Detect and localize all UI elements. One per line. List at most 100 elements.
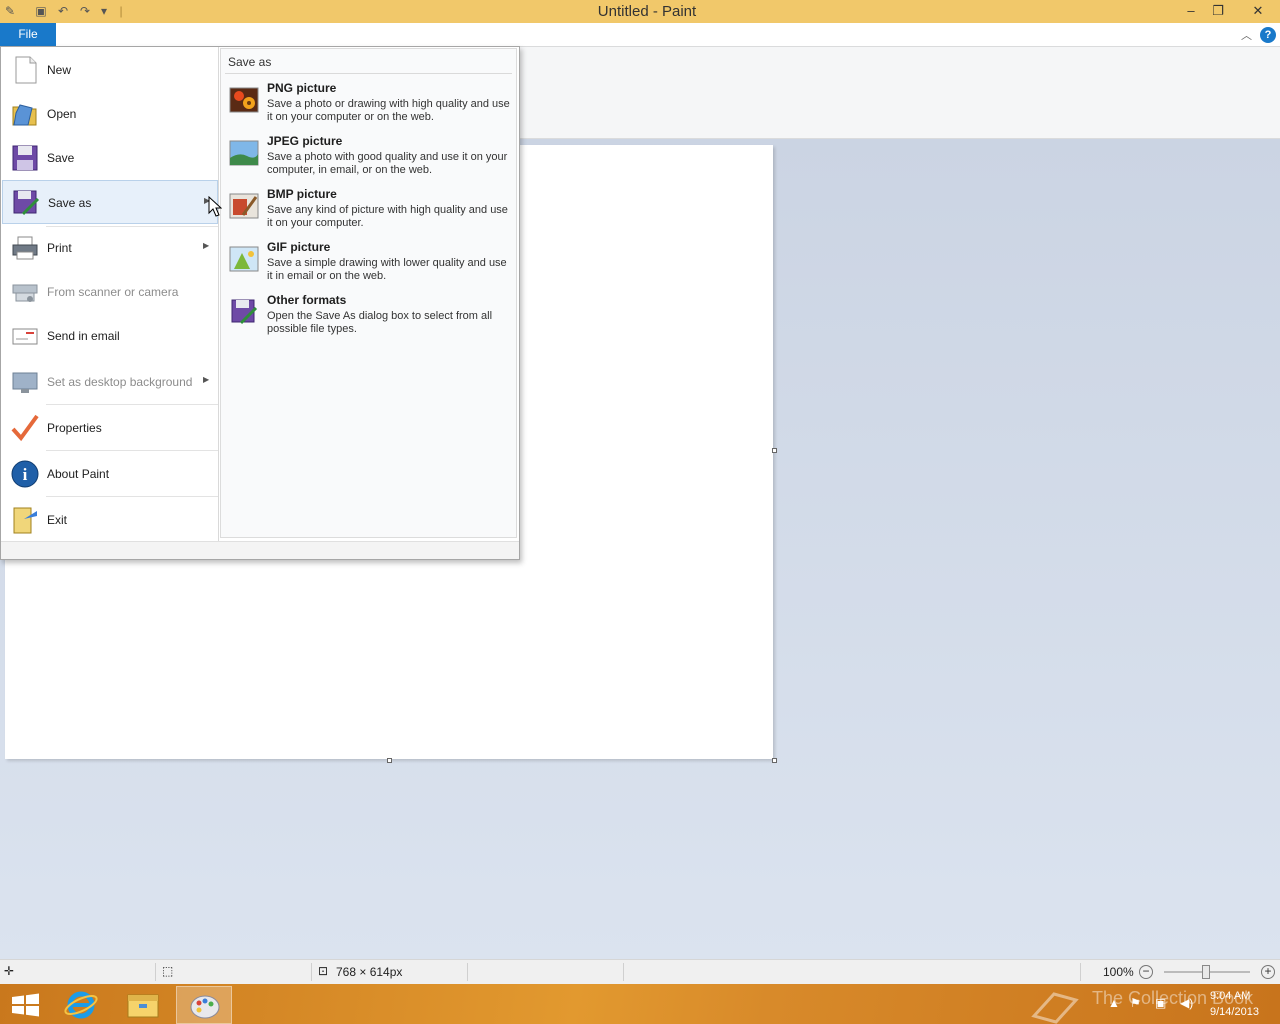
save-as-jpeg[interactable]: JPEG picture Save a photo with good qual… <box>225 134 512 186</box>
menu-item-print[interactable]: Print ▶ <box>2 226 218 270</box>
save-as-png[interactable]: PNG picture Save a photo or drawing with… <box>225 81 512 133</box>
save-as-option-description: Save any kind of picture with high quali… <box>267 204 508 229</box>
scanner-icon <box>12 284 38 302</box>
menu-item-label: Send in email <box>47 329 120 343</box>
menu-divider <box>46 404 218 405</box>
zoom-slider-thumb[interactable] <box>1202 965 1210 979</box>
paint-palette-icon <box>190 995 220 1019</box>
gif-picture-icon <box>229 246 259 272</box>
menu-item-label: Open <box>47 107 77 121</box>
menu-item-about-paint[interactable]: i About Paint <box>2 452 218 496</box>
save-as-option-description: Save a photo with good quality and use i… <box>267 151 508 176</box>
menu-item-exit[interactable]: Exit <box>2 498 218 542</box>
volume-icon[interactable]: ◀) <box>1180 996 1193 1010</box>
taskbar-paint[interactable] <box>176 986 232 1024</box>
info-icon: i <box>11 460 39 488</box>
ribbon-tab-row: File ︿ ? <box>0 23 1280 47</box>
save-as-bmp[interactable]: BMP picture Save any kind of picture wit… <box>225 187 512 239</box>
close-button[interactable]: ✕ <box>1236 0 1280 22</box>
action-center-flag-icon[interactable]: ⚑ <box>1130 996 1141 1010</box>
network-icon[interactable]: ▣ <box>1155 996 1166 1010</box>
resize-handle-right[interactable] <box>772 448 777 453</box>
menu-item-label: Print <box>47 241 72 255</box>
menu-item-label: Save as <box>48 196 92 210</box>
png-picture-icon <box>229 87 259 113</box>
resize-handle-bottom[interactable] <box>387 758 392 763</box>
mouse-pointer-icon <box>208 196 222 217</box>
save-as-option-title: Other formats <box>267 293 347 307</box>
svg-text:i: i <box>23 465 28 484</box>
save-as-icon <box>13 190 40 216</box>
file-menu: New Open Save Save as ▶ Print ▶ From sca… <box>0 46 520 560</box>
minimize-ribbon-icon[interactable]: ︿ <box>1241 27 1252 43</box>
status-bar: ✛ ⬚ ⊡ 768 × 614px 100% − + <box>0 959 1280 984</box>
save-as-gif[interactable]: GIF picture Save a simple drawing with l… <box>225 240 512 292</box>
window-title: Untitled - Paint <box>597 3 697 20</box>
save-as-submenu: Save as PNG picture Save a photo or draw… <box>220 48 517 538</box>
email-icon <box>12 328 38 345</box>
clock-date[interactable]: 9/14/2013 <box>1210 1006 1259 1018</box>
file-menu-commands: New Open Save Save as ▶ Print ▶ From sca… <box>1 47 219 541</box>
menu-item-open[interactable]: Open <box>2 92 218 136</box>
submenu-arrow-icon: ▶ <box>203 375 210 384</box>
save-as-option-title: PNG picture <box>267 81 337 95</box>
zoom-out-button[interactable]: − <box>1139 965 1153 979</box>
file-tab[interactable]: File <box>0 23 56 47</box>
minimize-button[interactable]: – <box>1176 0 1206 22</box>
menu-item-save-as[interactable]: Save as ▶ <box>2 180 218 224</box>
save-as-option-title: JPEG picture <box>267 134 343 148</box>
menu-item-set-desktop-background[interactable]: Set as desktop background ▶ <box>2 360 218 404</box>
menu-item-properties[interactable]: Properties <box>2 406 218 450</box>
printer-icon <box>12 236 38 260</box>
open-folder-icon <box>12 104 37 126</box>
jpeg-picture-icon <box>229 140 259 166</box>
status-divider <box>467 963 468 981</box>
checkmark-icon <box>11 414 39 442</box>
new-document-icon <box>15 56 37 84</box>
menu-item-label: Set as desktop background <box>47 375 193 389</box>
save-as-heading: Save as <box>228 55 272 69</box>
zoom-in-button[interactable]: + <box>1261 965 1275 979</box>
file-menu-footer <box>1 541 519 559</box>
start-button[interactable] <box>0 986 56 1024</box>
menu-divider <box>46 450 218 451</box>
cursor-position-icon: ✛ <box>4 964 15 978</box>
other-formats-icon <box>231 299 258 325</box>
status-divider <box>155 963 156 981</box>
save-as-other-formats[interactable]: Other formats Open the Save As dialog bo… <box>225 293 512 345</box>
bmp-picture-icon <box>229 193 259 219</box>
selection-size-icon: ⬚ <box>162 964 174 978</box>
taskbar-internet-explorer[interactable] <box>56 986 112 1024</box>
canvas-size-icon: ⊡ <box>318 964 329 978</box>
menu-item-save[interactable]: Save <box>2 136 218 180</box>
windows-logo-icon <box>12 993 39 1017</box>
menu-item-label: From scanner or camera <box>47 285 179 299</box>
help-icon[interactable]: ? <box>1260 27 1276 43</box>
save-as-option-description: Save a simple drawing with lower quality… <box>267 257 507 282</box>
desktop-background-icon <box>12 372 38 393</box>
menu-item-label: Save <box>47 151 75 165</box>
file-explorer-icon <box>127 994 159 1018</box>
clock-time[interactable]: 9:04 AM <box>1210 990 1250 1002</box>
status-divider <box>311 963 312 981</box>
save-as-divider <box>225 73 512 74</box>
taskbar-file-explorer[interactable] <box>115 986 171 1024</box>
menu-item-from-scanner[interactable]: From scanner or camera <box>2 270 218 314</box>
exit-icon <box>13 507 37 534</box>
save-as-option-description: Save a photo or drawing with high qualit… <box>267 98 510 123</box>
resize-handle-corner[interactable] <box>772 758 777 763</box>
menu-item-label: New <box>47 63 72 77</box>
show-hidden-icons[interactable]: ▲ <box>1108 996 1120 1010</box>
save-as-option-description: Open the Save As dialog box to select fr… <box>267 310 493 335</box>
submenu-arrow-icon: ▶ <box>203 241 210 250</box>
watermark-book-icon <box>1031 992 1079 1024</box>
taskbar: The Collection Book ▲ ⚑ ▣ ◀) 9:04 AM 9/1… <box>0 984 1280 1024</box>
menu-divider <box>46 496 218 497</box>
canvas-size-text: 768 × 614px <box>336 965 403 979</box>
save-as-option-title: BMP picture <box>267 187 337 201</box>
menu-item-send-email[interactable]: Send in email <box>2 314 218 358</box>
menu-item-label: Exit <box>47 513 68 527</box>
menu-item-new[interactable]: New <box>2 48 218 92</box>
maximize-button[interactable]: ❐ <box>1203 0 1233 22</box>
floppy-disk-icon <box>12 145 38 171</box>
